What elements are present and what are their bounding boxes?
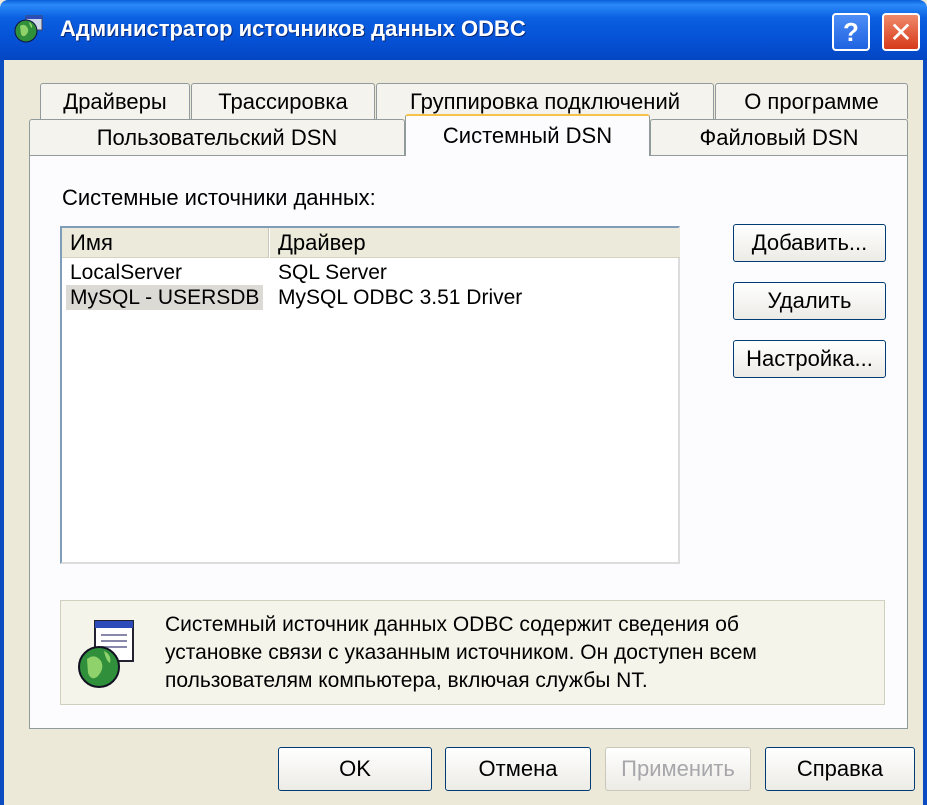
list-item-name[interactable]: LocalServer: [70, 260, 182, 285]
list-item-name-selected[interactable]: MySQL - USERSDB: [66, 285, 264, 310]
info-box: Системный источник данных ODBC содержит …: [60, 600, 885, 705]
info-line-3: пользователям компьютера, включая службы…: [165, 669, 648, 692]
help-button[interactable]: Справка: [765, 747, 915, 791]
remove-button[interactable]: Удалить: [733, 282, 886, 320]
info-line-1: Системный источник данных ODBC содержит …: [165, 613, 739, 636]
list-item-driver[interactable]: MySQL ODBC 3.51 Driver: [278, 285, 522, 310]
apply-button[interactable]: Применить: [605, 747, 751, 791]
column-header-name[interactable]: Имя: [62, 228, 269, 258]
close-title-button[interactable]: ✕: [882, 13, 920, 51]
add-button[interactable]: Добавить...: [733, 224, 886, 262]
tab-system-dsn[interactable]: Системный DSN: [405, 114, 650, 156]
cancel-button[interactable]: Отмена: [445, 747, 591, 791]
list-item-driver[interactable]: SQL Server: [278, 260, 387, 285]
tab-drivers[interactable]: Драйверы: [40, 83, 190, 119]
odbc-admin-window: Администратор источников данных ODBC ? ✕…: [0, 0, 927, 805]
data-sources-list[interactable]: Имя Драйвер LocalServer SQL Server MySQL…: [60, 226, 680, 564]
info-description: Системный источник данных ODBC содержит …: [165, 611, 865, 695]
tab-about[interactable]: О программе: [715, 83, 908, 119]
tab-file-dsn[interactable]: Файловый DSN: [650, 119, 908, 155]
window-frame-left: [0, 60, 4, 805]
system-data-sources-label: Системные источники данных:: [62, 185, 376, 210]
title-bar[interactable]: Администратор источников данных ODBC ? ✕: [0, 0, 927, 60]
window-frame-right: [923, 60, 927, 805]
tab-tracing[interactable]: Трассировка: [191, 83, 375, 119]
info-line-2: установке связи с указанным источником. …: [165, 641, 757, 664]
column-header-driver[interactable]: Драйвер: [270, 228, 680, 258]
window-title: Администратор источников данных ODBC: [60, 16, 526, 41]
help-title-button[interactable]: ?: [832, 13, 870, 51]
configure-button[interactable]: Настройка...: [733, 340, 886, 378]
odbc-globe-icon: [14, 15, 43, 43]
tab-user-dsn[interactable]: Пользовательский DSN: [29, 119, 405, 155]
odbc-datasource-icon: [78, 620, 134, 688]
ok-button[interactable]: OK: [278, 747, 432, 791]
